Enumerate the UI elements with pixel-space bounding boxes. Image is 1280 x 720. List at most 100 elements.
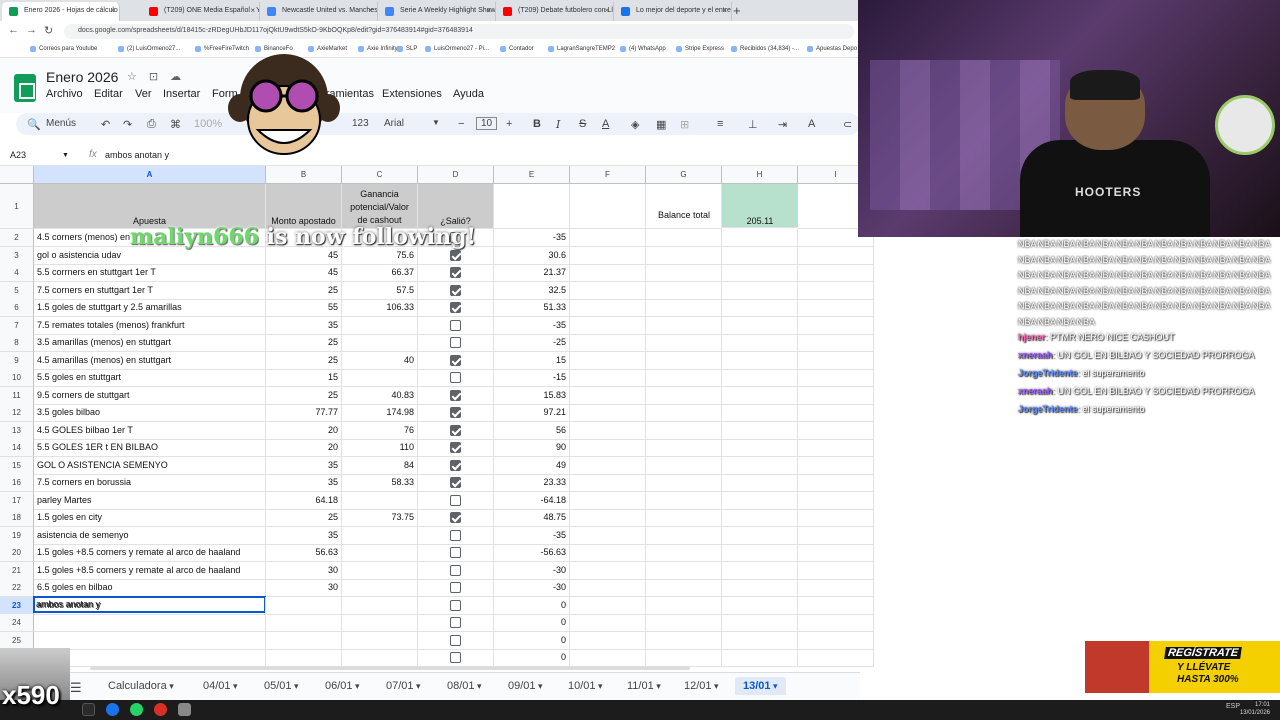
empty-cell[interactable] [722,282,798,300]
empty-cell[interactable] [722,352,798,370]
sheet-tab[interactable]: 11/01 ▾ [627,680,661,692]
menus-search[interactable]: Menús [46,118,76,129]
empty-cell[interactable] [570,527,646,545]
cell-ganancia[interactable]: 76 [342,422,418,440]
decrease-size-icon[interactable]: − [458,118,464,130]
cell-apuesta[interactable]: 1.5 goles en city [34,509,266,527]
cell-ganancia[interactable]: 58.33 [342,474,418,492]
cell-monto[interactable] [266,597,342,615]
cell-monto[interactable]: 55 [266,299,342,317]
redo-icon[interactable]: ↷ [123,118,132,131]
cell-apuesta[interactable]: 7.5 remates totales (menos) frankfurt [34,317,266,335]
empty-cell[interactable] [722,439,798,457]
empty-cell[interactable] [570,184,646,229]
salio-checkbox[interactable] [450,477,461,488]
document-title[interactable]: Enero 2026 [46,69,118,85]
header-monto[interactable]: Monto apostado [266,184,342,229]
bookmark-item[interactable]: Contador [500,46,534,52]
cell-resultado[interactable]: 0 [494,597,570,615]
sheet-tab[interactable]: 08/01 ▾ [447,680,482,692]
column-header[interactable]: C [342,166,418,184]
row-header[interactable]: 10 [0,369,34,387]
cell-ganancia[interactable] [342,334,418,352]
cell-resultado[interactable]: -15 [494,369,570,387]
salio-checkbox[interactable] [450,407,461,418]
salio-checkbox[interactable] [450,565,461,576]
empty-cell[interactable] [646,299,722,317]
cell-apuesta[interactable]: 7.5 corners en borussia [34,474,266,492]
empty-cell[interactable] [570,387,646,405]
font-size-field[interactable]: 10 [476,117,498,130]
row-header[interactable]: 18 [0,509,34,527]
name-box[interactable]: A23 [10,150,26,160]
cell-monto[interactable]: 35 [266,317,342,335]
empty-cell[interactable] [646,614,722,632]
empty-cell[interactable] [722,509,798,527]
header-ganancia[interactable]: Ganancia potencial/Valor de cashout [342,184,418,229]
salio-checkbox[interactable] [450,547,461,558]
row-header[interactable]: 15 [0,457,34,475]
cell-ganancia[interactable]: 73.75 [342,509,418,527]
cell-monto[interactable]: 56.63 [266,544,342,562]
row-header[interactable]: 4 [0,264,34,282]
empty-cell[interactable] [570,404,646,422]
obs-icon[interactable] [154,703,167,716]
cell-apuesta[interactable]: 1.5 goles +8.5 corners y remate al arco … [34,562,266,580]
menu-item[interactable]: Archivo [46,88,83,100]
cell-ganancia[interactable] [342,317,418,335]
cell-ganancia[interactable] [342,579,418,597]
url-field[interactable]: docs.google.com/spreadsheets/d/18415c-zR… [64,24,854,39]
cell-ganancia[interactable] [342,632,418,650]
sheet-tab-menu-icon[interactable]: ▾ [712,681,719,691]
cell-ganancia[interactable]: 106.33 [342,299,418,317]
empty-cell[interactable] [722,299,798,317]
italic-icon[interactable]: I [556,118,560,131]
salio-checkbox[interactable] [450,442,461,453]
close-tab-icon[interactable]: × [604,6,609,15]
increase-size-icon[interactable]: + [506,118,512,130]
menu-item[interactable]: Editar [94,88,123,100]
cell-apuesta[interactable]: 7.5 corners en stuttgart 1er T [34,282,266,300]
salio-checkbox[interactable] [450,425,461,436]
empty-cell[interactable] [722,632,798,650]
empty-cell[interactable] [646,474,722,492]
cell-monto[interactable]: 30 [266,579,342,597]
cell-resultado[interactable]: 48.75 [494,509,570,527]
row-header[interactable]: 6 [0,299,34,317]
cell-ganancia[interactable] [342,597,418,615]
cell-resultado[interactable]: -56.63 [494,544,570,562]
cell-apuesta[interactable]: 1.5 goles de stuttgart y 2.5 amarillas [34,299,266,317]
empty-cell[interactable] [798,544,874,562]
empty-cell[interactable] [494,184,570,229]
empty-cell[interactable] [798,579,874,597]
empty-cell[interactable] [646,509,722,527]
row-header[interactable]: 11 [0,387,34,405]
salio-checkbox[interactable] [450,337,461,348]
cell-ganancia[interactable] [342,649,418,667]
merge-cells-icon[interactable]: ⊞ [680,118,689,131]
reload-icon[interactable]: ↻ [44,24,53,37]
cell-ganancia[interactable] [342,492,418,510]
cell-resultado[interactable]: -25 [494,334,570,352]
sheet-tab-menu-icon[interactable]: ▾ [475,681,482,691]
empty-cell[interactable] [646,579,722,597]
cell-apuesta[interactable]: 4.5 amarillas (menos) en stuttgart [34,352,266,370]
number-format-select[interactable]: 123 [352,118,369,129]
new-tab-button[interactable]: + [733,3,741,18]
column-header[interactable]: H [722,166,798,184]
sheet-tab-menu-icon[interactable]: ▾ [231,681,238,691]
tray-lang[interactable]: ESP [1226,703,1240,710]
empty-cell[interactable] [570,422,646,440]
empty-cell[interactable] [646,282,722,300]
cell-monto[interactable]: 35 [266,527,342,545]
empty-cell[interactable] [798,387,874,405]
empty-cell[interactable] [646,544,722,562]
cell-apuesta[interactable]: parley Martes [34,492,266,510]
empty-cell[interactable] [570,457,646,475]
sheet-tab[interactable]: 07/01 ▾ [386,680,421,692]
empty-cell[interactable] [798,474,874,492]
row-header[interactable]: 1 [0,184,34,229]
bookmark-item[interactable]: Axie Infinity [358,46,398,52]
cell-ganancia[interactable]: 40.83 [342,387,418,405]
empty-cell[interactable] [570,317,646,335]
